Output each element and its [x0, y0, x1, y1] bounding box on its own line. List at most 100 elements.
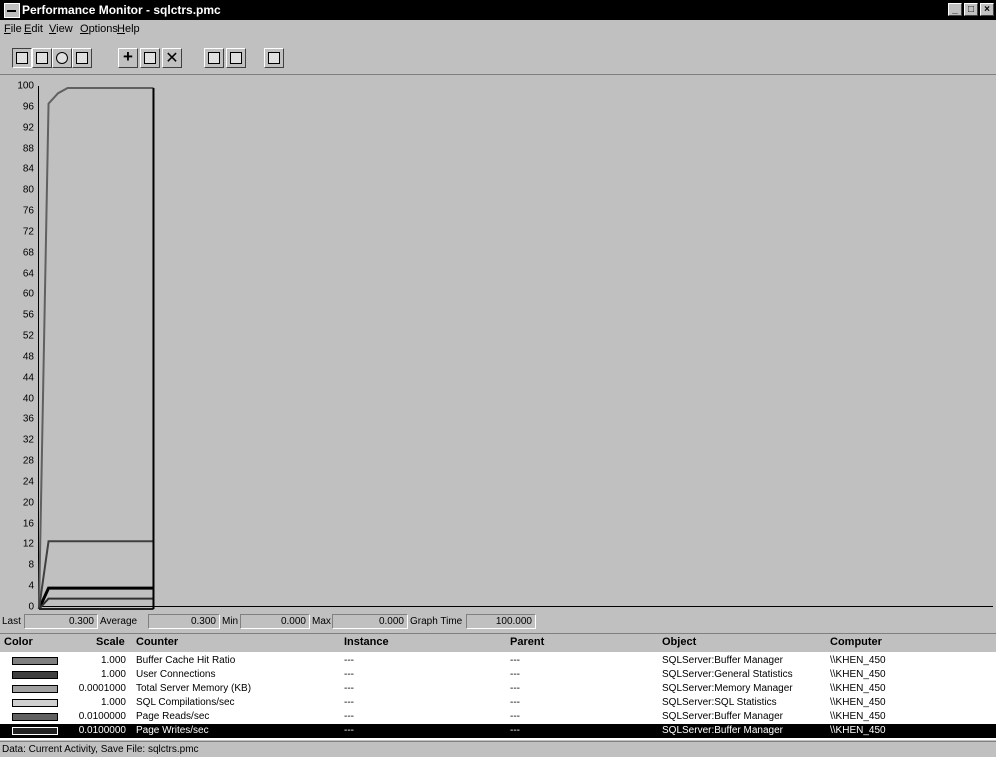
parent-cell: ---: [510, 697, 520, 708]
series-line-4: [38, 597, 154, 610]
menu-file[interactable]: File: [4, 23, 22, 35]
instance-cell: ---: [344, 697, 354, 708]
graph-time-value: 100.000: [466, 614, 536, 629]
color-swatch: [12, 671, 58, 679]
parent-cell: ---: [510, 655, 520, 666]
close-button[interactable]: ×: [980, 3, 994, 16]
perfmon-app-icon[interactable]: [4, 3, 20, 18]
color-swatch: [12, 713, 58, 721]
update-now-button[interactable]: [204, 48, 224, 68]
maximize-button[interactable]: □: [964, 3, 978, 16]
value-bar: Last 0.300 Average 0.300 Min 0.000 Max 0…: [0, 612, 996, 632]
status-bar: Data: Current Activity, Save File: sqlct…: [0, 741, 996, 757]
chart-view-button[interactable]: [12, 48, 32, 68]
col-parent[interactable]: Parent: [510, 636, 544, 648]
log-view-icon: [56, 52, 68, 64]
parent-cell: ---: [510, 711, 520, 722]
edit-counter-icon: [144, 52, 156, 64]
alert-view-icon: [36, 52, 48, 64]
max-value: 0.000: [332, 614, 408, 629]
object-cell: SQLServer:General Statistics: [662, 669, 793, 680]
chart-svg: [37, 87, 155, 610]
min-value: 0.000: [240, 614, 310, 629]
chart-view-icon: [16, 52, 28, 64]
computer-cell: \\KHEN_450: [830, 655, 886, 666]
object-cell: SQLServer:Buffer Manager: [662, 711, 783, 722]
col-color[interactable]: Color: [4, 636, 33, 648]
computer-cell: \\KHEN_450: [830, 697, 886, 708]
parent-cell: ---: [510, 725, 520, 736]
counter-cell: Page Reads/sec: [136, 711, 210, 722]
legend-row[interactable]: 1.000 User Connections --- --- SQLServer:Gen…: [0, 668, 996, 682]
color-swatch: [12, 727, 58, 735]
menu-bar: File Edit View Options Help: [0, 20, 996, 38]
computer-cell: \\KHEN_450: [830, 669, 886, 680]
bookmark-icon: [230, 52, 242, 64]
object-cell: SQLServer:Memory Manager: [662, 683, 793, 694]
parent-cell: ---: [510, 669, 520, 680]
max-label: Max: [312, 616, 331, 627]
graph-time-label: Graph Time: [410, 616, 463, 627]
computer-cell: \\KHEN_450: [830, 711, 886, 722]
computer-cell: \\KHEN_450: [830, 683, 886, 694]
scale-cell: 1.000: [100, 697, 126, 708]
status-text: Data: Current Activity, Save File: sqlct…: [2, 744, 199, 755]
bookmark-button[interactable]: [226, 48, 246, 68]
col-scale[interactable]: Scale: [96, 636, 125, 648]
edit-counter-button[interactable]: [140, 48, 160, 68]
minimize-button[interactable]: _: [948, 3, 962, 16]
legend-row[interactable]: 1.000 SQL Compilations/sec --- --- SQLServer…: [0, 696, 996, 710]
log-view-button[interactable]: [52, 48, 72, 68]
color-swatch: [12, 657, 58, 665]
parent-cell: ---: [510, 683, 520, 694]
options-button[interactable]: [264, 48, 284, 68]
scale-cell: 1.000: [100, 655, 126, 666]
scale-cell: 0.0100000: [78, 711, 126, 722]
window-title: Performance Monitor - sqlctrs.pmc: [22, 3, 221, 17]
legend-row[interactable]: 0.0001000 Total Server Memory (KB) --- --- S…: [0, 682, 996, 696]
add-counter-icon: +: [123, 47, 133, 66]
color-swatch: [12, 699, 58, 707]
col-object[interactable]: Object: [662, 636, 696, 648]
scale-cell: 0.0001000: [78, 683, 126, 694]
average-value: 0.300: [148, 614, 220, 629]
scale-cell: 1.000: [100, 669, 126, 680]
last-label: Last: [2, 616, 21, 627]
col-instance[interactable]: Instance: [344, 636, 389, 648]
legend-list: 1.000 Buffer Cache Hit Ratio --- --- SQLServ…: [0, 652, 996, 740]
delete-counter-button[interactable]: ✕: [162, 48, 182, 68]
legend-row[interactable]: 0.0100000 Page Writes/sec --- --- SQLServer:…: [0, 724, 996, 738]
col-computer[interactable]: Computer: [830, 636, 882, 648]
col-counter[interactable]: Counter: [136, 636, 178, 648]
counter-cell: Page Writes/sec: [136, 725, 209, 736]
menu-view[interactable]: View: [49, 23, 73, 35]
menu-help[interactable]: Help: [117, 23, 140, 35]
add-counter-button[interactable]: +: [118, 47, 138, 68]
object-cell: SQLServer:SQL Statistics: [662, 697, 777, 708]
legend-row[interactable]: 0.0100000 Page Reads/sec --- --- SQLServer:B…: [0, 710, 996, 724]
menu-edit[interactable]: Edit: [24, 23, 43, 35]
counter-cell: Buffer Cache Hit Ratio: [136, 655, 236, 666]
counter-cell: SQL Compilations/sec: [136, 697, 235, 708]
counter-cell: Total Server Memory (KB): [136, 683, 252, 694]
min-label: Min: [222, 616, 239, 627]
report-view-button[interactable]: [72, 48, 92, 68]
toolbar: + ✕: [0, 38, 996, 75]
computer-cell: \\KHEN_450: [830, 725, 886, 736]
counter-cell: User Connections: [136, 669, 216, 680]
update-now-icon: [208, 52, 220, 64]
alert-view-button[interactable]: [32, 48, 52, 68]
legend-header: Color Scale Counter Instance Parent Obje…: [0, 633, 996, 652]
scale-cell: 0.0100000: [78, 725, 126, 736]
report-view-icon: [76, 52, 88, 64]
color-swatch: [12, 685, 58, 693]
legend-row[interactable]: 1.000 Buffer Cache Hit Ratio --- --- SQLServ…: [0, 654, 996, 668]
chart-area: 100 96 92 88 84 80 76 72 68 64 60 56 52 48 44 40 36 32 28 2…: [0, 81, 996, 613]
instance-cell: ---: [344, 669, 354, 680]
delete-counter-icon: ✕: [165, 50, 179, 67]
instance-cell: ---: [344, 683, 354, 694]
menu-options[interactable]: Options: [80, 23, 118, 35]
instance-cell: ---: [344, 725, 354, 736]
object-cell: SQLServer:Buffer Manager: [662, 725, 783, 736]
last-value: 0.300: [24, 614, 98, 629]
